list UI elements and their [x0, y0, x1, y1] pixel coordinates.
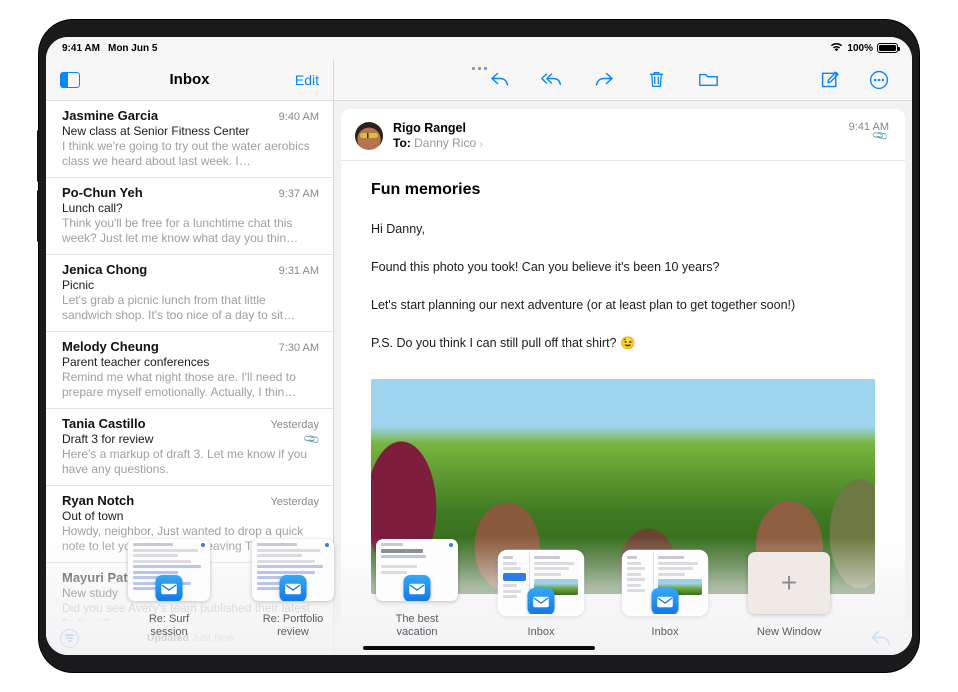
plus-icon[interactable]: + [748, 552, 830, 614]
mail-subject: Out of town [62, 509, 319, 523]
message-recipient: To: Danny Rico › [393, 136, 483, 150]
message-paragraph: Let's start planning our next adventure … [371, 297, 875, 313]
status-date: Mon Jun 5 [108, 43, 157, 54]
mail-icon [652, 588, 679, 614]
mail-sender: Melody Cheung [62, 339, 159, 354]
mail-time: 9:31 AM [279, 265, 319, 277]
wifi-icon [830, 42, 843, 55]
volume-down-button[interactable] [37, 190, 40, 242]
mail-preview: I think we're going to try out the water… [62, 139, 319, 169]
to-label: To: [393, 136, 411, 150]
mail-time: 7:30 AM [279, 342, 319, 354]
avatar[interactable] [355, 122, 383, 150]
mail-subject: Draft 3 for review [62, 432, 319, 446]
mail-sender: Tania Castillo [62, 416, 146, 431]
window-thumbnail[interactable] [252, 539, 334, 601]
page-title: Inbox [46, 71, 333, 88]
status-bar-left: 9:41 AM Mon Jun 5 [62, 43, 157, 54]
mail-sender: Ryan Notch [62, 493, 134, 508]
shelf-window-label: Inbox [652, 626, 679, 639]
mail-subject: Parent teacher conferences [62, 355, 319, 369]
message-header-right: 9:41 AM 📎 [849, 121, 889, 150]
mail-time: 9:40 AM [279, 111, 319, 123]
mail-icon [528, 588, 555, 614]
mail-subject: Lunch call? [62, 201, 319, 215]
message-paragraph: P.S. Do you think I can still pull off t… [371, 335, 875, 351]
message-paragraph: Found this photo you took! Can you belie… [371, 259, 875, 275]
to-name: Danny Rico [414, 136, 476, 150]
shelf-window-re-surf-session[interactable]: Re: Surf session [121, 539, 217, 639]
battery-percent-label: 100% [847, 43, 873, 54]
chevron-right-icon[interactable]: › [479, 139, 482, 150]
mail-icon [280, 575, 307, 601]
status-time: 9:41 AM [62, 43, 100, 54]
shelf-window-re-portfolio-review[interactable]: Re: Portfolio review [245, 539, 341, 639]
forward-icon[interactable] [593, 69, 615, 91]
mail-preview: Think you'll be free for a lunchtime cha… [62, 216, 319, 246]
reply-all-icon[interactable] [541, 69, 563, 91]
mail-time: Yesterday [270, 419, 319, 431]
battery-full-icon [877, 43, 898, 53]
window-thumbnail[interactable] [500, 552, 582, 614]
mail-icon [156, 575, 183, 601]
trash-icon[interactable] [645, 69, 667, 91]
window-thumbnail[interactable] [624, 552, 706, 614]
volume-up-button[interactable] [37, 130, 40, 182]
list-item[interactable]: Melody Cheung 7:30 AM Parent teacher con… [46, 332, 333, 409]
mail-subject: Picnic [62, 278, 319, 292]
window-thumbnail[interactable] [128, 539, 210, 601]
compose-icon[interactable] [818, 69, 840, 91]
more-circle-icon[interactable] [868, 69, 890, 91]
mail-list-navbar: Inbox Edit [46, 59, 333, 101]
list-item[interactable]: Jenica Chong 9:31 AM Picnic Let's grab a… [46, 255, 333, 332]
sidebar-toggle-icon[interactable] [60, 72, 80, 88]
multitask-dots-icon[interactable] [458, 61, 500, 75]
home-indicator[interactable] [363, 646, 595, 650]
mail-sender: Jasmine Garcia [62, 108, 158, 123]
status-bar: 9:41 AM Mon Jun 5 100% [46, 37, 912, 59]
folder-icon[interactable] [697, 69, 719, 91]
mail-preview: Let's grab a picnic lunch from that litt… [62, 293, 319, 323]
ipad-screen: 9:41 AM Mon Jun 5 100% Inbox Ed [46, 37, 912, 655]
mail-preview: Here's a markup of draft 3. Let me know … [62, 447, 319, 477]
window-thumbnail[interactable] [376, 539, 458, 601]
mail-time: 9:37 AM [279, 188, 319, 200]
shelf-window-label: Re: Portfolio review [263, 613, 324, 639]
edit-button[interactable]: Edit [295, 72, 319, 88]
message-sender-name: Rigo Rangel [393, 121, 483, 135]
shelf-window-label: The best vacation [396, 613, 439, 639]
app-shelf[interactable]: Re: Surf session [46, 537, 912, 655]
message-toolbar [334, 59, 912, 101]
message-sender-block: Rigo Rangel To: Danny Rico › [393, 121, 483, 150]
message-subject: Fun memories [371, 181, 875, 199]
mail-sender: Po-Chun Yeh [62, 185, 143, 200]
list-item[interactable]: Jasmine Garcia 9:40 AM New class at Seni… [46, 101, 333, 178]
shelf-window-label: Re: Surf session [149, 613, 189, 639]
message-header: Rigo Rangel To: Danny Rico › 9:41 AM 📎 [341, 109, 905, 161]
mail-subject: New class at Senior Fitness Center [62, 124, 319, 138]
list-item[interactable]: Po-Chun Yeh 9:37 AM Lunch call? Think yo… [46, 178, 333, 255]
mail-preview: Remind me what night those are. I'll nee… [62, 370, 319, 400]
shelf-window-label: Inbox [528, 626, 555, 639]
mail-time: Yesterday [270, 496, 319, 508]
status-bar-right: 100% [830, 42, 898, 55]
shelf-new-window[interactable]: + New Window [741, 552, 837, 639]
shelf-window-the-best-vacation[interactable]: The best vacation [369, 539, 465, 639]
mail-sender: Jenica Chong [62, 262, 147, 277]
message-paragraph: Hi Danny, [371, 221, 875, 237]
ipad-device-frame: 9:41 AM Mon Jun 5 100% Inbox Ed [39, 20, 919, 672]
shelf-window-inbox-2[interactable]: Inbox [617, 552, 713, 639]
shelf-window-label: New Window [757, 626, 821, 639]
mail-icon [404, 575, 431, 601]
list-item[interactable]: Tania Castillo Yesterday Draft 3 for rev… [46, 409, 333, 486]
message-body: Fun memories Hi Danny, Found this photo … [341, 161, 905, 594]
shelf-window-inbox-1[interactable]: Inbox [493, 552, 589, 639]
